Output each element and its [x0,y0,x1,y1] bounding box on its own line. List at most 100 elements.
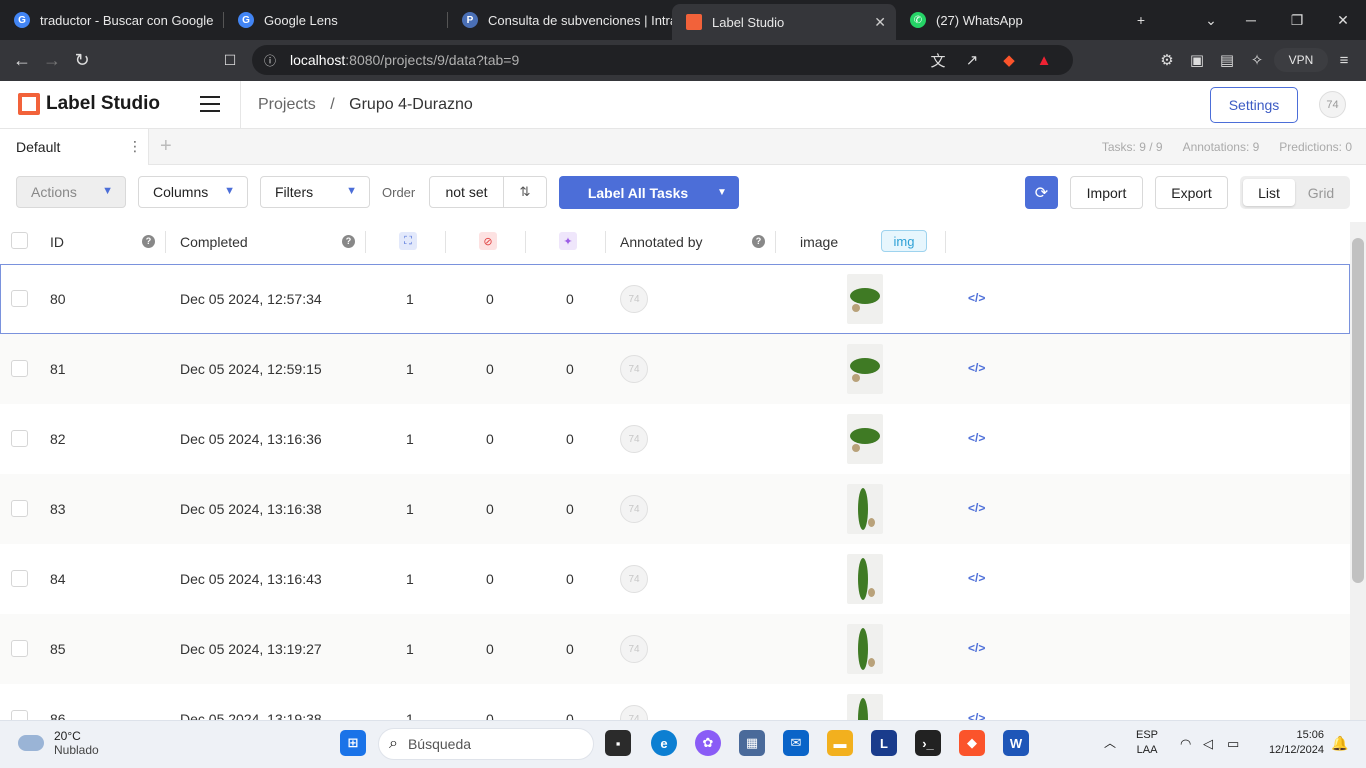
vpn-button[interactable]: VPN [1274,48,1328,72]
code-view-icon[interactable]: </> [968,431,985,445]
order-select[interactable]: not set ⇅ [429,176,547,208]
export-button[interactable]: Export [1155,176,1228,209]
list-view-option[interactable]: List [1243,179,1295,206]
copilot-icon[interactable]: ✿ [695,730,721,756]
browser-tab-google-lens[interactable]: G Google Lens [224,0,448,40]
help-icon[interactable]: ? [752,235,765,248]
annotator-avatar[interactable]: 74 [620,565,648,593]
code-view-icon[interactable]: </> [968,571,985,585]
code-view-icon[interactable]: </> [968,291,985,305]
clock[interactable]: 15:06 12/12/2024 [1262,728,1324,758]
help-icon[interactable]: ? [142,235,155,248]
sort-direction-icon[interactable]: ⇅ [504,184,546,200]
label-studio-logo[interactable]: Label Studio [18,93,160,115]
weather-widget[interactable]: 20°C Nublado [18,729,99,757]
calculator-icon[interactable]: ▦ [739,730,765,756]
label-all-tasks-button[interactable]: Label All Tasks ▼ [559,176,739,209]
add-tab-button[interactable]: + [160,135,172,158]
help-icon[interactable]: ? [342,235,355,248]
brave-shields-icon[interactable]: ◆ [999,50,1019,70]
breadcrumb-projects-link[interactable]: Projects [258,96,316,113]
row-checkbox[interactable] [11,430,28,447]
terminal-icon[interactable]: ›_ [915,730,941,756]
menu-icon[interactable]: ≡ [1334,50,1354,70]
extensions-icon[interactable]: ⚙ [1157,50,1177,70]
row-checkbox[interactable] [11,640,28,657]
scrollbar-thumb[interactable] [1352,238,1364,583]
site-info-icon[interactable]: ⓘ [260,50,280,70]
minimize-icon[interactable]: ─ [1228,0,1274,40]
sidebar-icon[interactable]: ▣ [1187,50,1207,70]
image-thumbnail[interactable] [847,274,883,324]
annotator-avatar[interactable]: 74 [620,285,648,313]
wifi-icon[interactable]: ◠ [1180,736,1191,751]
word-icon[interactable]: W [1003,730,1029,756]
task-view-icon[interactable]: ▪ [605,730,631,756]
edge-icon[interactable]: e [651,730,677,756]
chevron-down-icon[interactable]: ▼ [717,187,727,198]
notification-bell-icon[interactable]: 🔔 [1331,736,1348,751]
row-checkbox[interactable] [11,500,28,517]
file-explorer-icon[interactable]: ▬ [827,730,853,756]
wallet-icon[interactable]: ▤ [1217,50,1237,70]
code-view-icon[interactable]: </> [968,641,985,655]
predictions-icon[interactable]: ✦ [559,232,577,250]
browser-tab-whatsapp[interactable]: ✆ (27) WhatsApp [896,0,1120,40]
columns-dropdown[interactable]: Columns ▼ [138,176,248,208]
language-indicator[interactable]: ESP LAA [1136,728,1158,758]
annotations-count-icon[interactable]: ⛶ [399,232,417,250]
image-thumbnail[interactable] [847,624,883,674]
volume-icon[interactable]: ◁ [1203,736,1213,751]
refresh-icon[interactable]: ⟳ [1025,176,1058,209]
annotator-avatar[interactable]: 74 [620,495,648,523]
code-view-icon[interactable]: </> [968,361,985,375]
tab-default[interactable]: Default ⋮ [0,129,149,165]
l-app-icon[interactable]: L [871,730,897,756]
taskbar-search[interactable]: ⌕ Búsqueda [378,728,594,760]
row-checkbox[interactable] [11,570,28,587]
select-all-checkbox[interactable] [11,232,28,249]
image-thumbnail[interactable] [847,554,883,604]
leo-ai-icon[interactable]: ✧ [1247,50,1267,70]
grid-view-option[interactable]: Grid [1295,185,1347,201]
show-hidden-icons[interactable]: ︿ [1104,736,1116,751]
cancelled-icon[interactable]: ⊘ [479,232,497,250]
order-value[interactable]: not set [430,177,504,207]
brave-icon[interactable]: ◆ [959,730,985,756]
annotator-avatar[interactable]: 74 [620,635,648,663]
import-button[interactable]: Import [1070,176,1143,209]
actions-dropdown[interactable]: Actions ▼ [16,176,126,208]
new-tab-icon[interactable]: + [1118,0,1164,40]
settings-button[interactable]: Settings [1210,87,1298,123]
back-icon[interactable]: ← [10,48,34,72]
reload-icon[interactable]: ↻ [70,48,94,72]
mail-icon[interactable]: ✉ [783,730,809,756]
browser-tab-google-search[interactable]: G traductor - Buscar con Google [0,0,224,40]
image-thumbnail[interactable] [847,414,883,464]
tab-options-icon[interactable]: ⋮ [128,138,142,155]
column-annotated-by[interactable]: Annotated by [620,234,703,250]
column-image[interactable]: image [800,234,838,250]
filters-dropdown[interactable]: Filters ▼ [260,176,370,208]
image-thumbnail[interactable] [847,484,883,534]
column-completed[interactable]: Completed [180,234,248,250]
browser-tab-subvenciones[interactable]: P Consulta de subvenciones | Intran [448,0,672,40]
scrollbar[interactable] [1350,222,1366,720]
forward-icon[interactable]: → [40,48,64,72]
column-id[interactable]: ID [50,234,64,250]
brave-rewards-icon[interactable]: ▲ [1034,50,1054,70]
code-view-icon[interactable]: </> [968,501,985,515]
row-checkbox[interactable] [11,290,28,307]
annotator-avatar[interactable]: 74 [620,355,648,383]
close-window-icon[interactable]: ✕ [1320,0,1366,40]
windows-start-icon[interactable]: ⊞ [340,730,366,756]
share-icon[interactable]: ↗ [962,50,982,70]
image-thumbnail[interactable] [847,344,883,394]
bookmark-icon[interactable]: ☐ [218,48,242,72]
battery-icon[interactable]: ▭ [1227,736,1239,751]
translate-icon[interactable]: 文 [928,50,948,70]
close-tab-icon[interactable]: ✕ [874,14,886,31]
annotator-avatar[interactable]: 74 [620,425,648,453]
url-text[interactable]: localhost:8080/projects/9/data?tab=9 [290,52,519,68]
maximize-icon[interactable]: ❐ [1274,0,1320,40]
